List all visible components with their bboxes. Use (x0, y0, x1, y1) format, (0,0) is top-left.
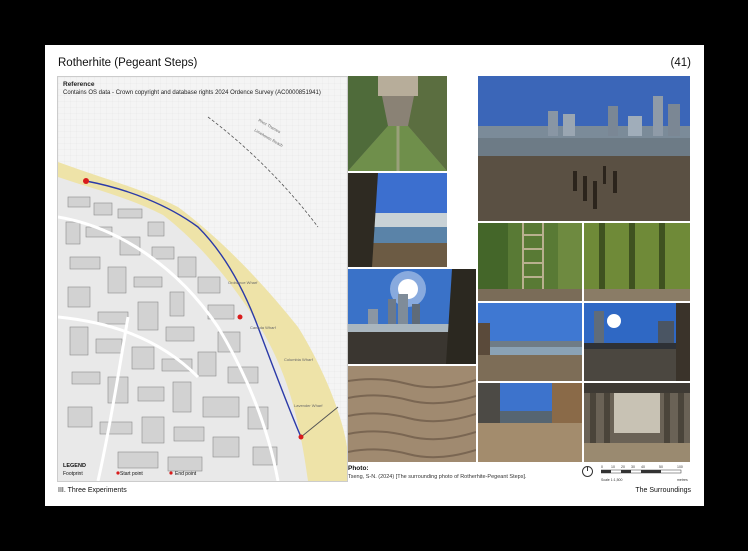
scale-unit: metres (677, 478, 688, 482)
scale-tick: 100 (677, 465, 683, 469)
photo-tower-bridge-sun (584, 303, 690, 381)
photo-shore-riverside (478, 303, 582, 381)
scale-label: Scale 1:1,500 (601, 478, 623, 482)
map-drawing: River Thames Limehouse Reach Ordnance Wh… (58, 77, 347, 481)
footer-topic: The Surroundings (635, 487, 691, 494)
photo-canary-wharf-posts (478, 76, 690, 221)
map-reference: Reference Contains OS data - Crown copyr… (63, 81, 321, 97)
footer-section: III. Three Experiments (58, 487, 127, 494)
photo-steps-to-foreshore (348, 76, 447, 171)
scale-tick: 20 (621, 465, 625, 469)
photo-beach-under-building (478, 383, 582, 462)
legend-end-point: End point (175, 471, 197, 477)
reference-title: Reference (63, 81, 95, 88)
end-marker (298, 434, 304, 440)
photo-under-pier (584, 383, 690, 462)
start-marker (83, 178, 89, 184)
scale-tick: 40 (641, 465, 645, 469)
photo-wall-river (348, 173, 447, 267)
legend-footprint: Footprint (63, 471, 83, 477)
legend-title: LEGEND (63, 463, 86, 469)
photo-caption-text: Tseng, S-N. (2024) [The surrounding phot… (348, 474, 527, 480)
reference-text: Contains OS data - Crown copyright and d… (63, 89, 321, 96)
ordnance-label: Ordnance Wharf (228, 280, 258, 285)
slide-page: Rotherhite (Pegeant Steps) (41) River Th… (45, 45, 704, 506)
north-arrow-icon (582, 466, 593, 477)
lavender-label: Lavender Wharf (294, 403, 323, 408)
photo-skyline-sun (348, 269, 476, 364)
scale-tick: 30 (631, 465, 635, 469)
photo-mossy-wall (584, 223, 690, 301)
page-number: (41) (670, 57, 691, 69)
os-map: River Thames Limehouse Reach Ordnance Wh… (57, 76, 348, 482)
page-title: Rotherhite (Pegeant Steps) (58, 57, 198, 69)
photo-sand-ripples (348, 366, 476, 462)
end-legend-swatch (169, 471, 173, 475)
columbia-label: Columbia Wharf (284, 357, 314, 362)
mid-marker (237, 314, 243, 320)
scale-tick: 0 (601, 465, 603, 469)
photo-ladder-wall (478, 223, 582, 301)
scale-tick: 10 (611, 465, 615, 469)
legend-start-point: Start point (120, 471, 143, 477)
scale-tick: 50 (659, 465, 663, 469)
photo-caption-title: Photo: (348, 465, 369, 472)
canada-label: Canada Wharf (250, 325, 277, 330)
